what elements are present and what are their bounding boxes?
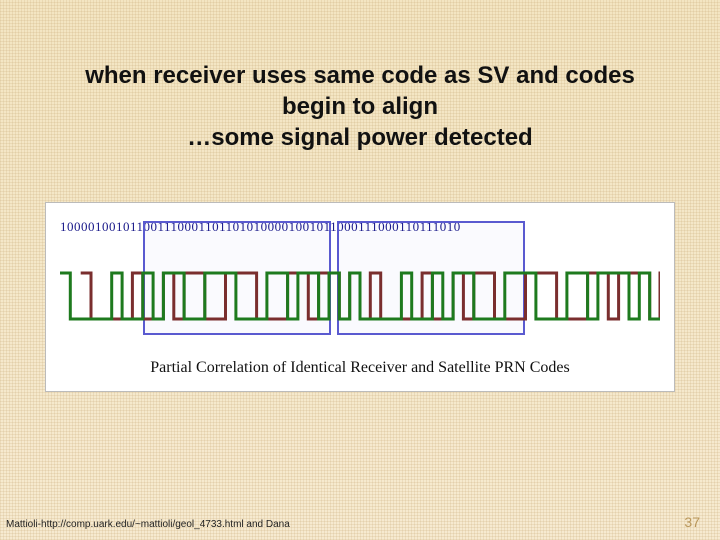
slide-title: when receiver uses same code as SV and c… [0,60,720,154]
page-number: 37 [684,514,700,530]
slide: when receiver uses same code as SV and c… [0,0,720,540]
footer-citation: Mattioli-http://comp.uark.edu/~mattioli/… [6,519,290,530]
bitstring-row: 1000010010110011100011011010100001001011… [60,219,660,239]
title-line-3: …some signal power detected [0,122,720,153]
title-line-2: begin to align [0,91,720,122]
waveform-area [60,261,660,341]
correlation-figure: 1000010010110011100011011010100001001011… [45,202,675,392]
figure-caption: Partial Correlation of Identical Receive… [60,359,660,377]
title-line-1: when receiver uses same code as SV and c… [0,60,720,91]
satellite-wave-icon [81,273,660,319]
receiver-wave-icon [60,273,660,319]
prn-waveforms-icon [60,261,660,341]
